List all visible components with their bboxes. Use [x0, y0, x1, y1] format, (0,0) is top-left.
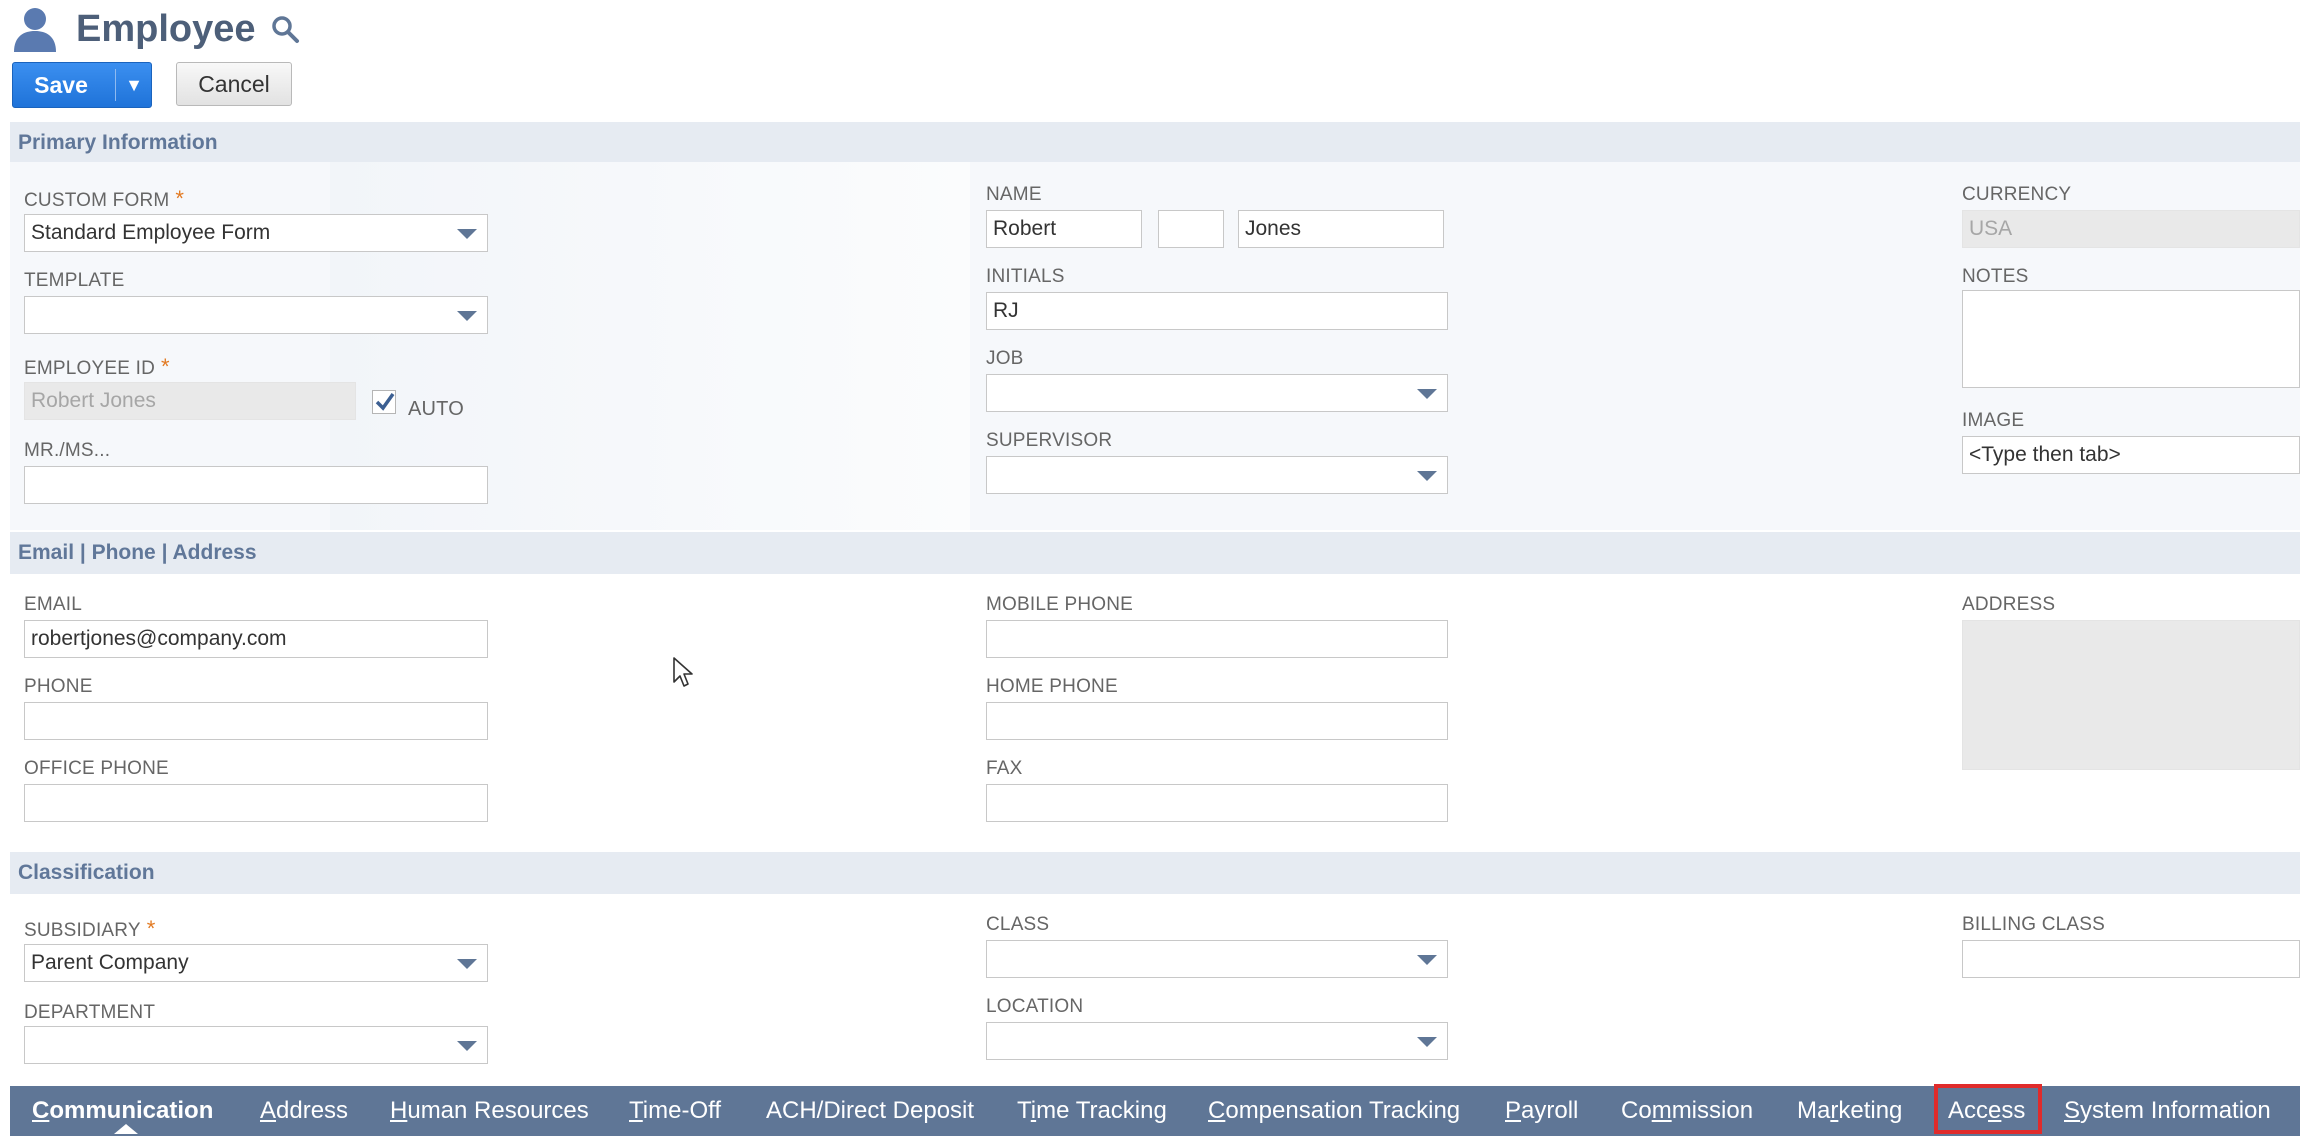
dropdown-arrow-icon	[1417, 389, 1437, 399]
section-title: Primary Information	[18, 131, 218, 154]
first-name-field[interactable]: Robert	[986, 210, 1142, 248]
custom-form-label: CUSTOM FORM *	[24, 186, 185, 211]
supervisor-select[interactable]	[986, 456, 1448, 494]
auto-label: AUTO	[408, 398, 464, 420]
tab-address[interactable]: Address	[260, 1086, 348, 1136]
save-button-label: Save	[34, 72, 88, 98]
tab-payroll[interactable]: Payroll	[1505, 1086, 1578, 1136]
required-marker: *	[161, 354, 170, 379]
mobile-phone-label: MOBILE PHONE	[986, 594, 1134, 615]
currency-field: USA	[1962, 210, 2300, 248]
home-phone-label: HOME PHONE	[986, 676, 1118, 697]
tab-compensation-tracking[interactable]: Compensation Tracking	[1208, 1086, 1460, 1136]
required-marker: *	[175, 186, 185, 211]
class-label: CLASS	[986, 914, 1050, 935]
subsidiary-select[interactable]: Parent Company	[24, 944, 488, 982]
page-title: Employee	[76, 8, 256, 50]
section-title: Email | Phone | Address	[18, 541, 257, 564]
required-marker: *	[146, 916, 156, 941]
job-select[interactable]	[986, 374, 1448, 412]
phone-label: PHONE	[24, 676, 93, 697]
initials-label: INITIALS	[986, 266, 1065, 287]
class-select[interactable]	[986, 940, 1448, 978]
person-icon	[14, 8, 56, 52]
office-phone-label: OFFICE PHONE	[24, 758, 169, 779]
address-field[interactable]	[1962, 620, 2300, 770]
subsidiary-value: Parent Company	[31, 951, 189, 974]
image-label: IMAGE	[1962, 410, 2025, 431]
mouse-cursor-icon	[673, 657, 693, 687]
active-tab-indicator	[114, 1124, 138, 1134]
location-label: LOCATION	[986, 996, 1084, 1017]
dropdown-arrow-icon	[1417, 955, 1437, 965]
subsidiary-label: SUBSIDIARY *	[24, 916, 156, 941]
job-label: JOB	[986, 348, 1024, 369]
notes-textarea[interactable]	[1962, 290, 2300, 388]
home-phone-field[interactable]	[986, 702, 1448, 740]
search-icon[interactable]	[270, 14, 300, 44]
dropdown-arrow-icon	[457, 959, 477, 969]
section-primary-information[interactable]: Primary Information	[10, 122, 2300, 164]
tab-system-information[interactable]: System Information	[2064, 1086, 2271, 1136]
dropdown-arrow-icon	[457, 311, 477, 321]
tab-human-resources[interactable]: Human Resources	[390, 1086, 589, 1136]
mr-ms-label: MR./MS...	[24, 440, 111, 461]
dropdown-arrow-icon	[1417, 471, 1437, 481]
email-field[interactable]: robertjones@company.com	[24, 620, 488, 658]
email-label: EMAIL	[24, 594, 83, 615]
cancel-button[interactable]: Cancel	[176, 62, 292, 106]
save-button-divider	[115, 69, 116, 101]
name-label: NAME	[986, 184, 1042, 205]
fax-field[interactable]	[986, 784, 1448, 822]
section-email-phone-address[interactable]: Email | Phone | Address	[10, 532, 2300, 574]
auto-checkbox[interactable]	[372, 390, 396, 414]
checkmark-icon	[375, 392, 395, 411]
office-phone-field[interactable]	[24, 784, 488, 822]
department-select[interactable]	[24, 1026, 488, 1064]
tab-ach-direct-deposit[interactable]: ACH/Direct Deposit	[766, 1086, 974, 1136]
dropdown-arrow-icon	[457, 1041, 477, 1051]
tab-time-tracking[interactable]: Time Tracking	[1017, 1086, 1167, 1136]
currency-label: CURRENCY	[1962, 184, 2072, 205]
billing-class-label: BILLING CLASS	[1962, 914, 2106, 935]
access-tab-highlight	[1934, 1084, 2042, 1134]
custom-form-value: Standard Employee Form	[31, 221, 271, 244]
dropdown-arrow-icon	[1417, 1037, 1437, 1047]
mobile-phone-field[interactable]	[986, 620, 1448, 658]
save-menu-caret-icon[interactable]: ▼	[117, 63, 151, 107]
phone-field[interactable]	[24, 702, 488, 740]
supervisor-label: SUPERVISOR	[986, 430, 1113, 451]
custom-form-select[interactable]: Standard Employee Form	[24, 214, 488, 252]
location-select[interactable]	[986, 1022, 1448, 1060]
section-classification[interactable]: Classification	[10, 852, 2300, 894]
template-label: TEMPLATE	[24, 270, 125, 291]
notes-label: NOTES	[1962, 266, 2029, 287]
section-title: Classification	[18, 861, 155, 884]
tab-time-off[interactable]: Time-Off	[629, 1086, 721, 1136]
employee-id-label: EMPLOYEE ID *	[24, 354, 170, 379]
save-button[interactable]: Save ▼	[12, 62, 152, 108]
middle-name-field[interactable]	[1158, 210, 1224, 248]
mr-ms-field[interactable]	[24, 466, 488, 504]
department-label: DEPARTMENT	[24, 1002, 156, 1023]
initials-field[interactable]: RJ	[986, 292, 1448, 330]
dropdown-arrow-icon	[457, 229, 477, 239]
image-field[interactable]: <Type then tab>	[1962, 436, 2300, 474]
employee-id-field: Robert Jones	[24, 382, 356, 420]
template-select[interactable]	[24, 296, 488, 334]
address-label: ADDRESS	[1962, 594, 2056, 615]
tab-commission[interactable]: Commission	[1621, 1086, 1753, 1136]
tab-marketing[interactable]: Marketing	[1797, 1086, 1902, 1136]
fax-label: FAX	[986, 758, 1023, 779]
last-name-field[interactable]: Jones	[1238, 210, 1444, 248]
billing-class-field[interactable]	[1962, 940, 2300, 978]
